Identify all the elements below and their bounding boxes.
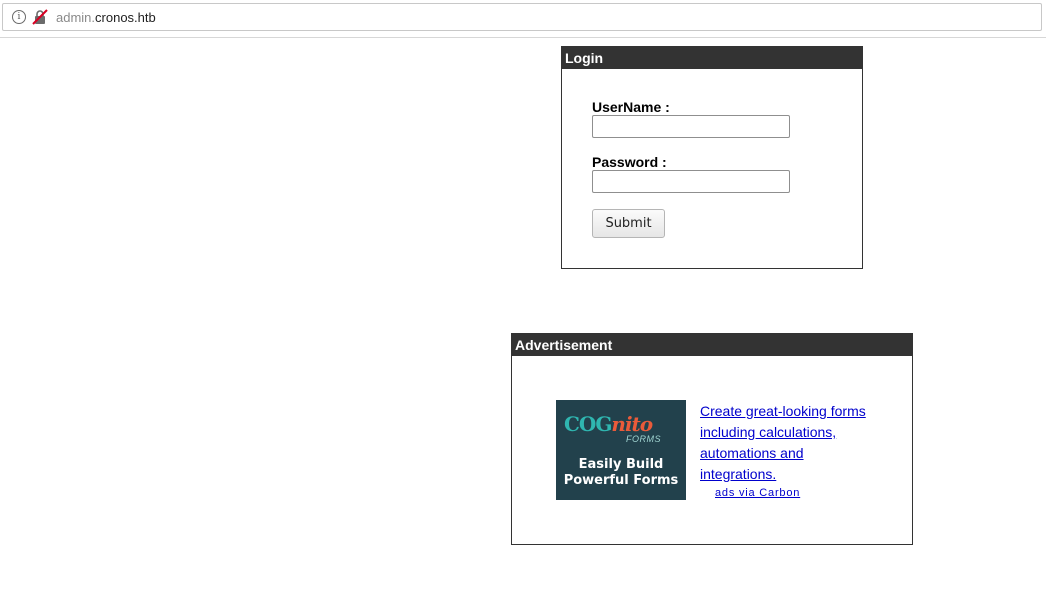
ad-link[interactable]: Create great-looking forms including cal… [700, 401, 870, 485]
ad-tagline-line2: Powerful Forms [563, 473, 679, 488]
url-field[interactable]: i admin.cronos.htb [2, 3, 1042, 31]
password-input[interactable] [592, 170, 790, 193]
login-header: Login [562, 47, 862, 69]
password-label: Password : [592, 154, 667, 170]
submit-button[interactable]: Submit [592, 209, 665, 238]
url-text[interactable]: admin.cronos.htb [56, 9, 156, 27]
browser-address-bar-area: i admin.cronos.htb [0, 0, 1046, 38]
advertisement-header: Advertisement [512, 334, 912, 356]
ad-logo-sub: FORMS [626, 434, 661, 444]
cognito-forms-logo: COGnito [564, 412, 653, 436]
ads-via-carbon-link[interactable]: ads via Carbon [715, 487, 800, 499]
username-input[interactable] [592, 115, 790, 138]
info-icon[interactable]: i [12, 10, 26, 24]
url-host: cronos.htb [95, 10, 156, 25]
ad-tagline-line1: Easily Build [578, 457, 664, 472]
advertisement-panel: Advertisement COGnito FORMS Easily Build… [511, 333, 913, 545]
username-label: UserName : [592, 99, 670, 115]
login-panel: Login UserName : Password : Submit [561, 46, 863, 269]
insecure-connection-icon[interactable] [32, 9, 48, 25]
url-subdomain: admin. [56, 10, 96, 25]
ad-image[interactable]: COGnito FORMS Easily Build Powerful Form… [556, 400, 686, 500]
ad-image-tagline: Easily Build Powerful Forms [556, 457, 686, 489]
